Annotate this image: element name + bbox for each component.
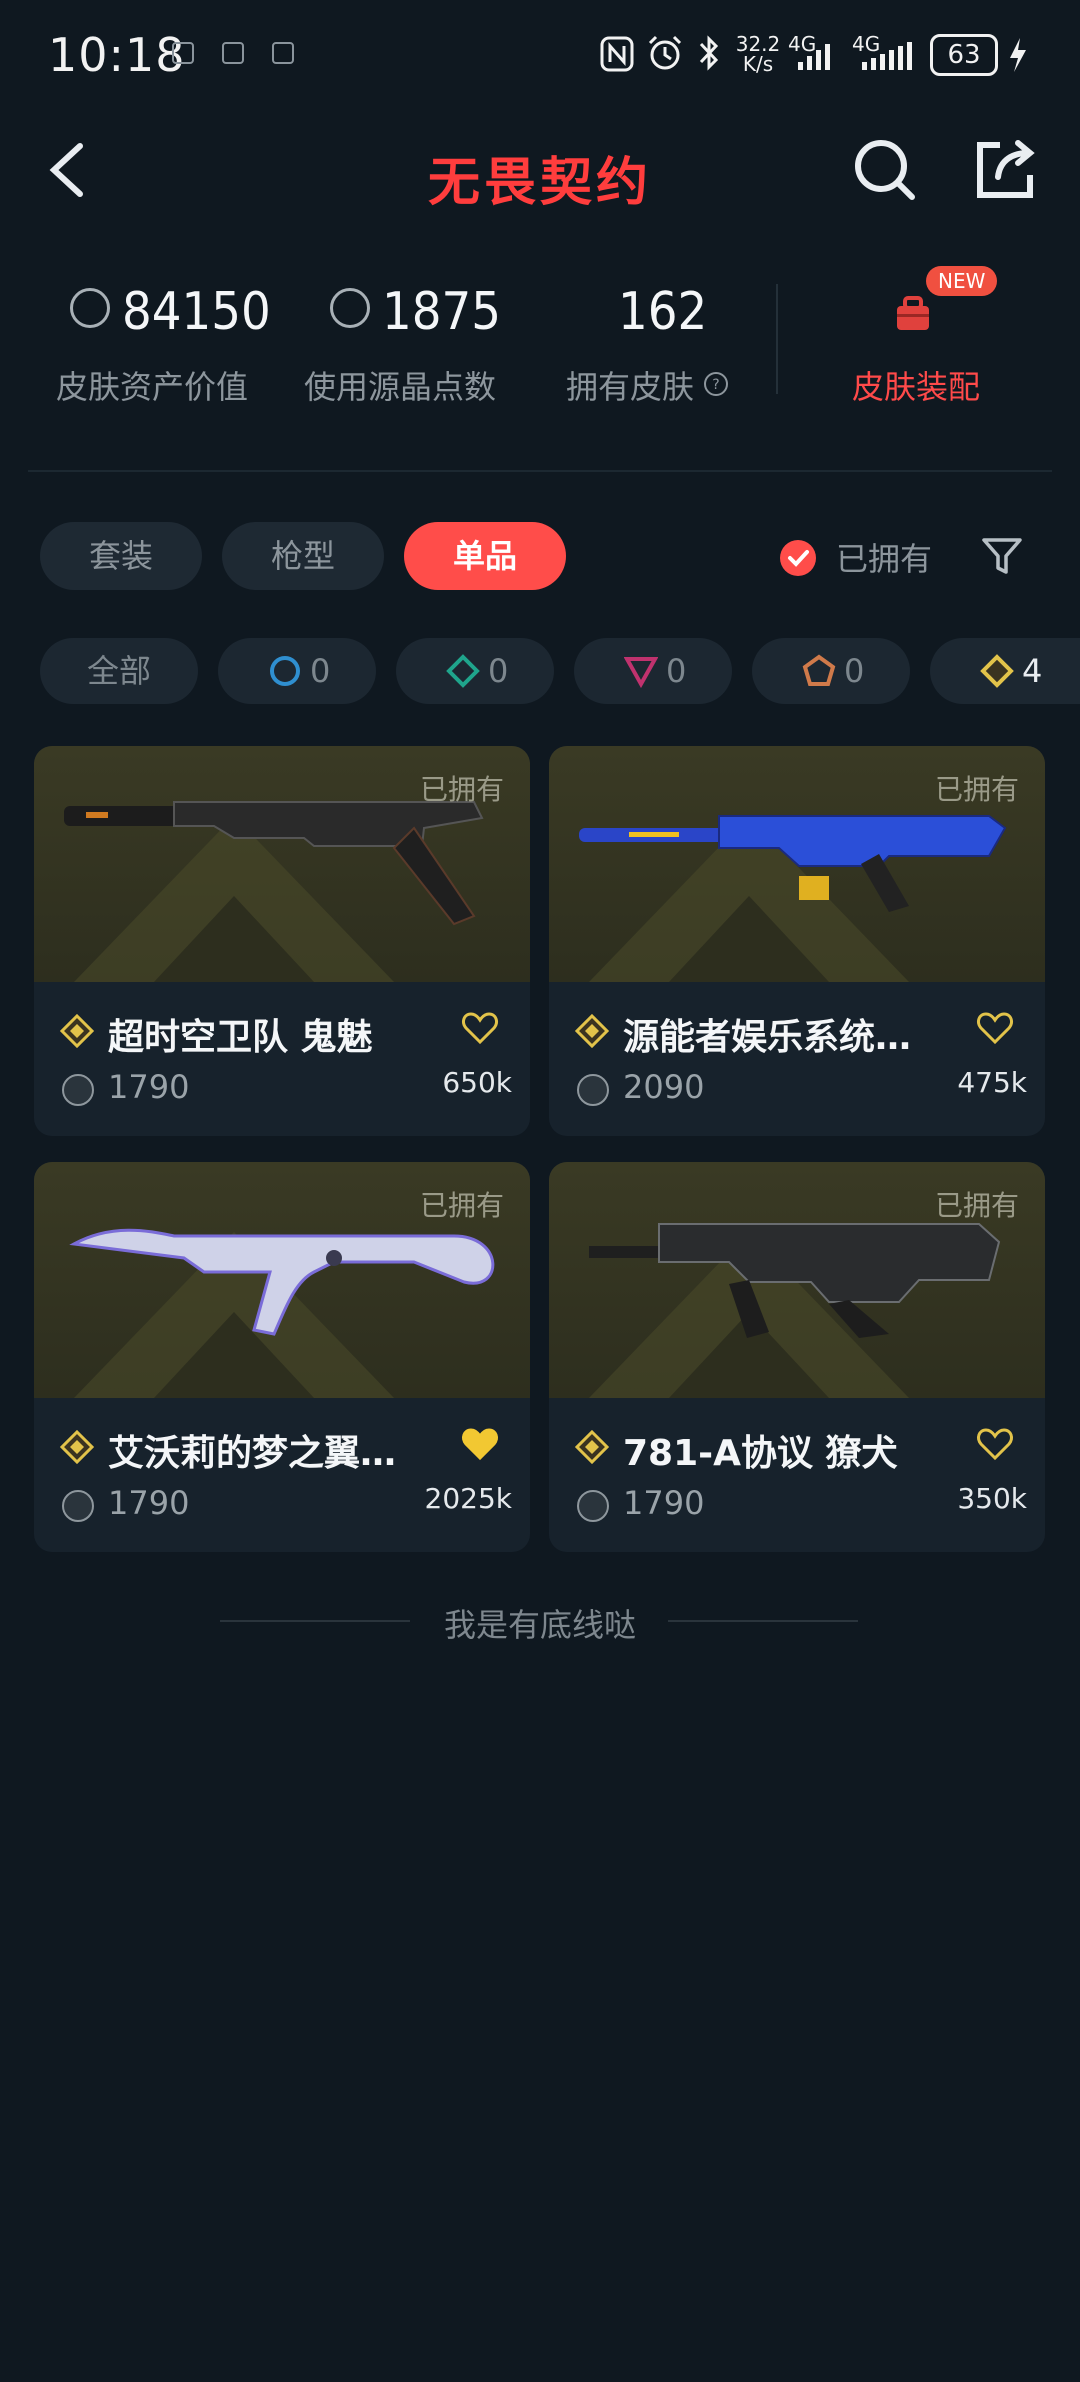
owned-tag: 已拥有 <box>419 1189 504 1222</box>
heart-icon[interactable] <box>975 1008 1015 1048</box>
skin-card[interactable]: 已拥有 源能者娱乐系统… 2090 475k <box>549 746 1045 1136</box>
owned-tag: 已拥有 <box>934 773 1019 806</box>
share-button[interactable] <box>970 135 1040 205</box>
new-badge: NEW <box>926 266 998 296</box>
owned-skins-label: 拥有皮肤 <box>566 368 695 406</box>
ultra-tier-icon <box>60 1014 94 1048</box>
skin-name: 源能者娱乐系统… <box>623 1017 912 1058</box>
exclusive-tier-icon <box>802 654 836 686</box>
notification-icon <box>272 42 294 64</box>
svg-text:?: ? <box>712 377 719 393</box>
valorant-points-icon <box>577 1074 609 1106</box>
tab-weapon-type[interactable]: 枪型 <box>222 522 384 590</box>
filter-button[interactable] <box>980 534 1024 578</box>
bluetooth-icon <box>699 35 719 71</box>
notification-icon <box>222 42 244 64</box>
valorant-points-icon <box>577 1490 609 1522</box>
status-bar: 10:18 32.2 K/s 4G 4G 63 <box>0 0 1080 110</box>
notification-icon <box>172 42 194 64</box>
deluxe-tier-icon <box>446 654 480 688</box>
asset-value: 84150 <box>122 282 271 342</box>
end-of-list-text: 我是有底线哒 <box>443 1606 636 1644</box>
rarity-chip-all[interactable]: 全部 <box>40 638 198 704</box>
skin-price: 1790 <box>108 1068 190 1106</box>
network-speed: 32.2 K/s <box>735 32 781 76</box>
skin-equip-button[interactable]: 皮肤装配 <box>852 362 980 408</box>
section-divider <box>28 470 1052 472</box>
owned-tag: 已拥有 <box>419 773 504 806</box>
valorant-points-icon <box>70 288 110 328</box>
like-count: 350k <box>957 1482 1027 1515</box>
signal-icon <box>798 44 830 70</box>
rarity-chip-select[interactable]: 0 <box>218 638 376 704</box>
locker-icon[interactable] <box>893 296 933 332</box>
owned-tag: 已拥有 <box>934 1189 1019 1222</box>
like-count: 650k <box>442 1066 512 1099</box>
signal-icon <box>862 42 912 70</box>
select-tier-icon <box>270 656 300 686</box>
tab-single-item[interactable]: 单品 <box>404 522 566 590</box>
premium-tier-icon <box>624 657 658 688</box>
like-count: 2025k <box>424 1482 512 1515</box>
heart-filled-icon[interactable] <box>460 1424 500 1464</box>
like-count: 475k <box>957 1066 1027 1099</box>
charging-icon <box>1010 38 1026 72</box>
search-button[interactable] <box>850 135 920 205</box>
heart-icon[interactable] <box>460 1008 500 1048</box>
owned-filter-label[interactable]: 已拥有 <box>836 534 932 580</box>
ultra-tier-icon <box>60 1430 94 1464</box>
ultra-tier-icon <box>575 1430 609 1464</box>
skin-image: 已拥有 <box>549 1162 1045 1398</box>
skin-card[interactable]: 已拥有 781-A协议 獠犬 1790 350k <box>549 1162 1045 1552</box>
skin-price: 1790 <box>108 1484 190 1522</box>
skin-card[interactable]: 已拥有 超时空卫队 鬼魅 1790 650k <box>34 746 530 1136</box>
rarity-chip-exclusive[interactable]: 0 <box>752 638 910 704</box>
ultra-tier-icon <box>575 1014 609 1048</box>
status-time: 10:18 <box>48 28 186 82</box>
points-label: 使用源晶点数 <box>304 368 497 406</box>
stats-divider <box>776 284 778 394</box>
skin-price: 2090 <box>623 1068 705 1106</box>
skin-price: 1790 <box>623 1484 705 1522</box>
rarity-chip-premium[interactable]: 0 <box>574 638 732 704</box>
skin-image: 已拥有 <box>549 746 1045 982</box>
rarity-chip-deluxe[interactable]: 0 <box>396 638 554 704</box>
skin-image: 已拥有 <box>34 746 530 982</box>
help-icon[interactable]: ? <box>702 370 730 398</box>
asset-value-label: 皮肤资产价值 <box>56 368 249 406</box>
valorant-points-icon <box>62 1074 94 1106</box>
points-value: 1875 <box>382 282 502 342</box>
skin-name: 781-A协议 獠犬 <box>623 1433 898 1474</box>
alarm-icon <box>648 35 682 70</box>
ultra-tier-icon <box>980 654 1014 688</box>
skin-name: 艾沃莉的梦之翼… <box>108 1433 397 1474</box>
rarity-chip-ultra[interactable]: 4 <box>930 638 1080 704</box>
skin-card[interactable]: 已拥有 艾沃莉的梦之翼… 1790 2025k <box>34 1162 530 1552</box>
battery-indicator: 63 <box>930 34 998 76</box>
nfc-icon <box>600 36 634 72</box>
owned-checkbox[interactable] <box>780 540 816 576</box>
valorant-points-icon <box>62 1490 94 1522</box>
heart-icon[interactable] <box>975 1424 1015 1464</box>
skin-image: 已拥有 <box>34 1162 530 1398</box>
tab-bundles[interactable]: 套装 <box>40 522 202 590</box>
skin-name: 超时空卫队 鬼魅 <box>108 1017 373 1058</box>
radianite-points-icon <box>330 288 370 328</box>
owned-skins-count: 162 <box>618 282 708 342</box>
